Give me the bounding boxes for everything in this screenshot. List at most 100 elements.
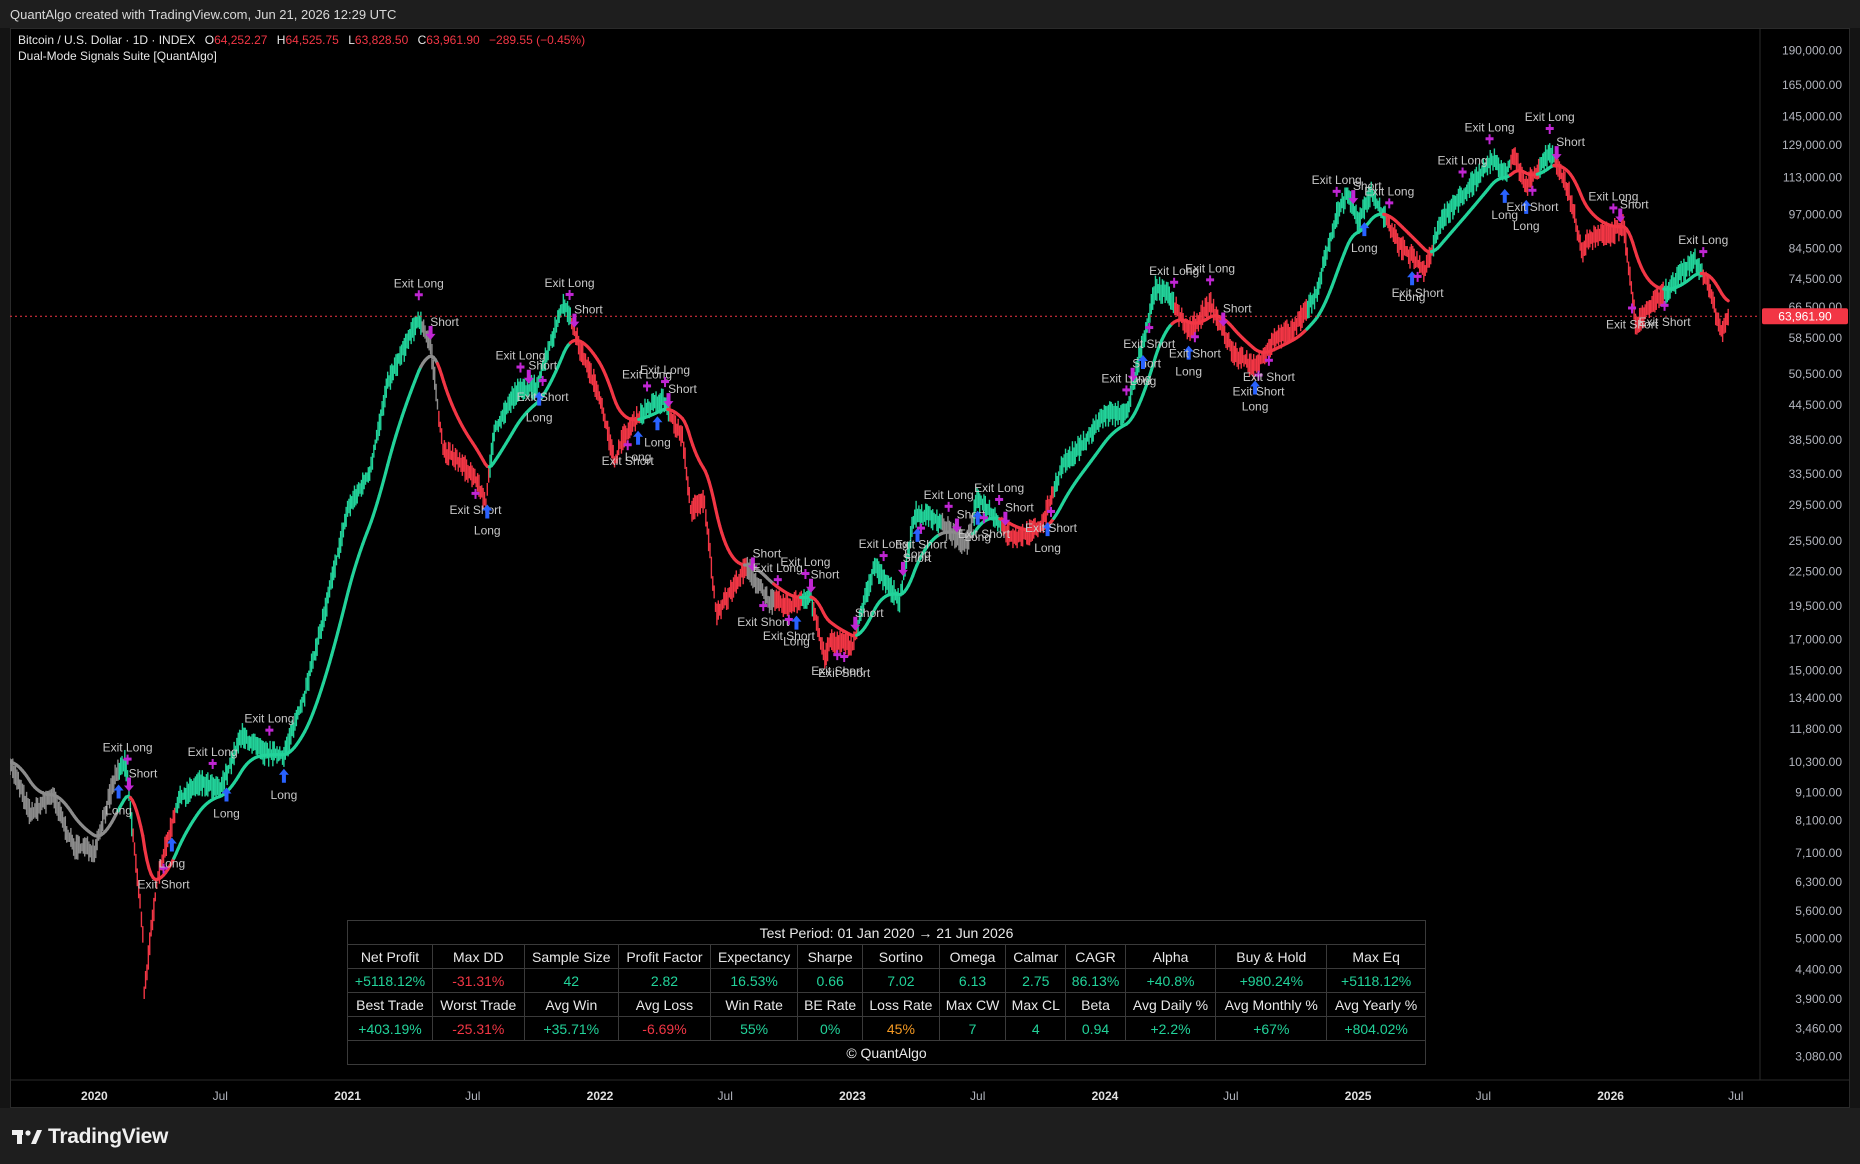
stats-footer: © QuantAlgo (347, 1040, 1426, 1065)
signal-label: Short (855, 606, 884, 620)
stat-header-cell: Expectancy (709, 944, 799, 969)
indicator-title[interactable]: Dual-Mode Signals Suite [QuantAlgo] (18, 48, 585, 64)
y-tick-label: 97,000.00 (1789, 208, 1843, 222)
stat-header-cell: Best Trade (347, 992, 433, 1017)
stat-value-cell: +35.71% (523, 1016, 620, 1041)
signal-label: Long (271, 788, 298, 802)
exit-marker-icon (1267, 355, 1270, 366)
exit-marker-icon (541, 375, 544, 386)
stat-header-cell: Sharpe (797, 944, 863, 969)
exit-marker-icon (1388, 198, 1391, 209)
signal-label: Long (1130, 374, 1157, 388)
y-tick-label: 84,500.00 (1789, 241, 1843, 255)
signal-label: Exit Long (1364, 184, 1414, 198)
y-tick-label: 3,080.00 (1795, 1050, 1842, 1064)
tradingview-logo[interactable]: TradingView (12, 1125, 168, 1149)
exit-marker-icon (1125, 385, 1128, 396)
stat-header-cell: Net Profit (347, 944, 433, 969)
stat-value-cell: 2.82 (618, 968, 711, 993)
exit-marker-icon (982, 513, 985, 524)
change-value: −289.55 (−0.45%) (489, 33, 586, 47)
stats-header-row-1: Net Profit Max DD Sample Size Profit Factor… (347, 944, 1426, 969)
stat-value-cell: -31.31% (432, 968, 525, 993)
signal-label: Exit Short (737, 615, 790, 629)
signal-label: Exit Long (1465, 120, 1515, 134)
signal-label: Exit Short (1169, 346, 1222, 360)
stat-header-cell: Omega (938, 944, 1007, 969)
y-tick-label: 74,500.00 (1789, 272, 1843, 286)
symbol-title[interactable]: Bitcoin / U.S. Dollar · 1D · INDEX (18, 33, 195, 47)
open-value: 64,252.27 (214, 33, 268, 47)
stat-header-cell: Worst Trade (432, 992, 525, 1017)
stat-value-cell: +40.8% (1124, 968, 1217, 993)
stat-value-cell: 4 (1005, 1016, 1067, 1041)
long-arrow-icon (278, 768, 289, 783)
trend-band-segment (141, 834, 147, 852)
y-tick-label: 17,000.00 (1789, 633, 1843, 647)
long-arrow-icon (633, 430, 644, 445)
exit-marker-icon (836, 650, 839, 661)
stat-value-cell: +403.19% (347, 1016, 433, 1041)
signal-label: Short (1005, 501, 1034, 515)
stat-header-cell: Avg Monthly % (1215, 992, 1328, 1017)
y-tick-label: 6,300.00 (1795, 875, 1842, 889)
y-tick-label: 5,600.00 (1795, 904, 1842, 918)
last-price-label: 63,961.90 (1778, 309, 1832, 323)
x-tick-label: Jul (970, 1089, 985, 1103)
x-tick-label: Jul (718, 1089, 733, 1103)
stat-header-cell: Avg Yearly % (1326, 992, 1426, 1017)
y-tick-label: 7,100.00 (1795, 846, 1842, 860)
signal-label: Short (528, 359, 557, 373)
close-value: 63,961.90 (426, 33, 480, 47)
ohlc-line: Bitcoin / U.S. Dollar · 1D · INDEX O64,2… (18, 32, 585, 48)
x-tick-label: 2022 (587, 1089, 614, 1103)
signal-label: Exit Short (138, 878, 191, 892)
long-arrow-icon (1407, 271, 1418, 286)
signal-label: Exit Short (1025, 521, 1078, 535)
y-tick-label: 165,000.00 (1782, 78, 1842, 92)
stat-header-cell: Sample Size (523, 944, 620, 969)
bottom-bar (0, 1108, 1860, 1164)
stat-value-cell: +804.02% (1326, 1016, 1426, 1041)
created-with-text: QuantAlgo created with TradingView.com, … (10, 7, 397, 22)
signal-label: Exit Short (958, 527, 1011, 541)
exit-marker-icon (804, 569, 807, 580)
x-tick-label: 2025 (1345, 1089, 1372, 1103)
exit-marker-icon (947, 501, 950, 512)
signal-label: Short (753, 546, 782, 560)
exit-marker-icon (843, 652, 846, 663)
y-tick-label: 3,900.00 (1795, 992, 1842, 1006)
y-tick-label: 38,500.00 (1789, 433, 1843, 447)
stat-header-cell: Calmar (1005, 944, 1067, 969)
stat-header-cell: CAGR (1065, 944, 1126, 969)
long-arrow-icon (791, 615, 802, 630)
x-tick-label: Jul (213, 1089, 228, 1103)
y-tick-label: 10,300.00 (1789, 755, 1843, 769)
exit-marker-icon (1173, 277, 1176, 288)
signal-label: Short (430, 315, 459, 329)
signal-label: Exit Short (1506, 200, 1559, 214)
y-tick-label: 33,500.00 (1789, 467, 1843, 481)
stat-value-cell: 7.02 (861, 968, 940, 993)
y-tick-label: 25,500.00 (1789, 534, 1843, 548)
signal-label: Exit Long (974, 481, 1024, 495)
y-tick-label: 3,460.00 (1795, 1021, 1842, 1035)
signal-label: Exit Long (103, 741, 153, 755)
stat-value-cell: 2.75 (1005, 968, 1067, 993)
exit-marker-icon (126, 754, 129, 765)
exit-marker-icon (568, 289, 571, 300)
signal-label: Long (644, 435, 671, 449)
test-period: Test Period: 01 Jan 2020 → 21 Jun 2026 (347, 920, 1426, 945)
y-tick-label: 15,000.00 (1789, 663, 1843, 677)
exit-marker-icon (417, 290, 420, 301)
exit-marker-icon (646, 381, 649, 392)
exit-marker-icon (268, 725, 271, 736)
x-tick-label: Jul (1223, 1089, 1238, 1103)
stat-header-cell: Max Eq (1326, 944, 1426, 969)
trend-band-segment (143, 847, 149, 862)
signal-label: Exit Short (449, 503, 502, 517)
x-tick-label: Jul (1476, 1089, 1491, 1103)
tradingview-logo-icon (12, 1130, 42, 1144)
stat-value-cell: 86.13% (1065, 968, 1126, 993)
stat-header-cell: Beta (1065, 992, 1126, 1017)
